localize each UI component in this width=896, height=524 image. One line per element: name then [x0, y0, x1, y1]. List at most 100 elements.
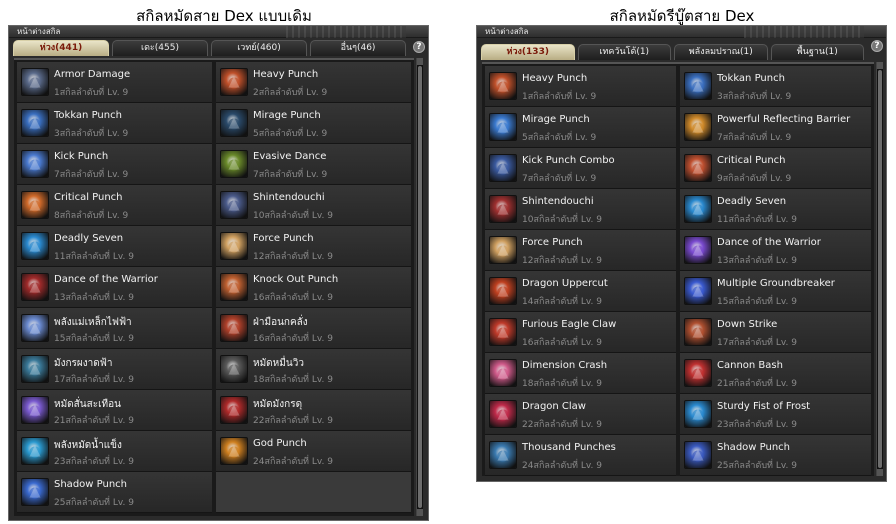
dance-of-the-warrior-icon[interactable]	[684, 236, 712, 264]
dance-of-the-warrior-icon[interactable]	[21, 273, 49, 301]
scroll-up-arrow[interactable]	[877, 62, 883, 69]
ice-fist-power-icon[interactable]	[21, 437, 49, 465]
skill-slot[interactable]: Evasive Dance 7สกิลลำดับที่ Lv. 9	[216, 144, 411, 185]
skill-slot[interactable]: Knock Out Punch 16สกิลลำดับที่ Lv. 9	[216, 267, 411, 308]
thousand-punches-icon[interactable]	[489, 441, 517, 469]
help-icon[interactable]: ?	[871, 40, 883, 52]
skill-slot[interactable]: Deadly Seven 11สกิลลำดับที่ Lv. 9	[680, 189, 871, 230]
tab-skill-category-3[interactable]: เวทย์(460)	[211, 40, 307, 56]
god-punch-icon[interactable]	[220, 437, 248, 465]
skill-slot[interactable]: Cannon Bash 21สกิลลำดับที่ Lv. 9	[680, 353, 871, 394]
fierce-dragon-fist-icon[interactable]	[220, 396, 248, 424]
shock-fist-icon[interactable]	[21, 396, 49, 424]
multiple-groundbreaker-icon[interactable]	[684, 277, 712, 305]
skill-slot[interactable]: Down Strike 17สกิลลำดับที่ Lv. 9	[680, 312, 871, 353]
shintendouchi-icon[interactable]	[489, 195, 517, 223]
skill-list-scrollbar[interactable]	[876, 62, 883, 476]
dragon-uppercut-icon[interactable]	[489, 277, 517, 305]
kick-punch-combo-icon[interactable]	[489, 154, 517, 182]
skill-slot[interactable]: Furious Eagle Claw 16สกิลลำดับที่ Lv. 9	[485, 312, 676, 353]
skill-slot[interactable]: Shadow Punch 25สกิลลำดับที่ Lv. 9	[17, 472, 212, 513]
myriad-fist-icon[interactable]	[220, 355, 248, 383]
skill-slot[interactable]: Mirage Punch 5สกิลลำดับที่ Lv. 9	[485, 107, 676, 148]
skill-slot[interactable]: God Punch 24สกิลลำดับที่ Lv. 9	[216, 431, 411, 472]
heavy-punch-icon[interactable]	[220, 68, 248, 96]
skill-slot[interactable]: หมัดหมื่นวิว 18สกิลลำดับที่ Lv. 9	[216, 349, 411, 390]
kick-punch-icon[interactable]	[21, 150, 49, 178]
shadow-punch-icon[interactable]	[684, 441, 712, 469]
scroll-up-arrow[interactable]	[417, 58, 423, 65]
skill-list-scrollbar[interactable]	[416, 58, 423, 516]
skill-slot[interactable]: Dance of the Warrior 13สกิลลำดับที่ Lv. 9	[680, 230, 871, 271]
skill-slot[interactable]: พลังแม่เหล็กไฟฟ้า 15สกิลลำดับที่ Lv. 9	[17, 308, 212, 349]
force-punch-icon[interactable]	[220, 232, 248, 260]
skill-slot[interactable]: Force Punch 12สกิลลำดับที่ Lv. 9	[485, 230, 676, 271]
skill-slot[interactable]: มังกรผงาดฟ้า 17สกิลลำดับที่ Lv. 9	[17, 349, 212, 390]
window-titlebar[interactable]: หน้าต่างสกิล	[477, 26, 886, 38]
skill-slot[interactable]: Kick Punch Combo 7สกิลลำดับที่ Lv. 9	[485, 148, 676, 189]
down-strike-icon[interactable]	[684, 318, 712, 346]
tab-skill-category-2[interactable]: เทควันโด้(1)	[577, 44, 671, 60]
mirage-punch-icon[interactable]	[489, 113, 517, 141]
skill-slot[interactable]: Multiple Groundbreaker 15สกิลลำดับที่ Lv.…	[680, 271, 871, 312]
skill-slot[interactable]: Shintendouchi 10สกิลลำดับที่ Lv. 9	[216, 185, 411, 226]
shadow-punch-icon[interactable]	[21, 478, 49, 506]
dimension-crash-icon[interactable]	[489, 359, 517, 387]
skill-slot[interactable]: Dimension Crash 18สกิลลำดับที่ Lv. 9	[485, 353, 676, 394]
sturdy-fist-of-frost-icon[interactable]	[684, 400, 712, 428]
reflecting-barrier-icon[interactable]	[684, 113, 712, 141]
critical-punch-icon[interactable]	[684, 154, 712, 182]
deadly-seven-icon[interactable]	[684, 195, 712, 223]
skill-slot[interactable]: Heavy Punch 2สกิลลำดับที่ Lv. 9	[216, 62, 411, 103]
tab-skill-category-4[interactable]: อื่นๆ(46)	[310, 40, 406, 56]
skill-slot[interactable]: Dance of the Warrior 13สกิลลำดับที่ Lv. 9	[17, 267, 212, 308]
evasive-dance-icon[interactable]	[220, 150, 248, 178]
skill-slot[interactable]: Kick Punch 7สกิลลำดับที่ Lv. 9	[17, 144, 212, 185]
force-punch-icon[interactable]	[489, 236, 517, 264]
skill-slot[interactable]: Deadly Seven 11สกิลลำดับที่ Lv. 9	[17, 226, 212, 267]
skill-slot[interactable]: ฝ่ามือนกคลั่ง 16สกิลลำดับที่ Lv. 9	[216, 308, 411, 349]
skill-slot[interactable]: Shintendouchi 10สกิลลำดับที่ Lv. 9	[485, 189, 676, 230]
skill-slot[interactable]: หมัดสั่นสะเทือน 21สกิลลำดับที่ Lv. 9	[17, 390, 212, 431]
tab-skill-category-4[interactable]: พื้นฐาน(1)	[770, 44, 864, 60]
skill-slot[interactable]: Heavy Punch 1สกิลลำดับที่ Lv. 9	[485, 66, 676, 107]
heavy-punch-icon[interactable]	[489, 72, 517, 100]
skill-slot[interactable]: Critical Punch 8สกิลลำดับที่ Lv. 9	[17, 185, 212, 226]
armor-damage-icon[interactable]	[21, 68, 49, 96]
tab-skill-category-2[interactable]: เดะ(455)	[112, 40, 208, 56]
skill-slot[interactable]: Armor Damage 1สกิลลำดับที่ Lv. 9	[17, 62, 212, 103]
skill-slot[interactable]: หมัดมังกรดุ 22สกิลลำดับที่ Lv. 9	[216, 390, 411, 431]
skill-slot[interactable]: Force Punch 12สกิลลำดับที่ Lv. 9	[216, 226, 411, 267]
mirage-punch-icon[interactable]	[220, 109, 248, 137]
skill-slot[interactable]: Dragon Uppercut 14สกิลลำดับที่ Lv. 9	[485, 271, 676, 312]
skill-slot[interactable]: Sturdy Fist of Frost 23สกิลลำดับที่ Lv. 9	[680, 394, 871, 435]
scroll-thumb[interactable]	[878, 70, 882, 468]
crazy-bird-palm-icon[interactable]	[220, 314, 248, 342]
skill-slot[interactable]: Mirage Punch 5สกิลลำดับที่ Lv. 9	[216, 103, 411, 144]
tokkan-punch-icon[interactable]	[21, 109, 49, 137]
cannon-bash-icon[interactable]	[684, 359, 712, 387]
skill-slot[interactable]: Tokkan Punch 3สกิลลำดับที่ Lv. 9	[17, 103, 212, 144]
critical-punch-icon[interactable]	[21, 191, 49, 219]
help-icon[interactable]: ?	[413, 41, 425, 53]
electromagnetic-power-icon[interactable]	[21, 314, 49, 342]
rising-dragon-icon[interactable]	[21, 355, 49, 383]
tab-skill-category-1[interactable]: ห่วง(133)	[481, 44, 575, 60]
skill-slot[interactable]: Dragon Claw 22สกิลลำดับที่ Lv. 9	[485, 394, 676, 435]
skill-slot[interactable]: Critical Punch 9สกิลลำดับที่ Lv. 9	[680, 148, 871, 189]
furious-eagle-claw-icon[interactable]	[489, 318, 517, 346]
scroll-down-arrow[interactable]	[417, 509, 423, 516]
tokkan-punch-icon[interactable]	[684, 72, 712, 100]
scroll-down-arrow[interactable]	[877, 469, 883, 476]
skill-slot[interactable]: พลังหมัดน้ำแข็ง 23สกิลลำดับที่ Lv. 9	[17, 431, 212, 472]
tab-skill-category-1[interactable]: ห่วง(441)	[13, 40, 109, 56]
skill-slot[interactable]: Tokkan Punch 3สกิลลำดับที่ Lv. 9	[680, 66, 871, 107]
window-titlebar[interactable]: หน้าต่างสกิล	[9, 26, 428, 38]
skill-slot[interactable]: Shadow Punch 25สกิลลำดับที่ Lv. 9	[680, 435, 871, 476]
scroll-thumb[interactable]	[418, 66, 422, 508]
tab-skill-category-3[interactable]: พลังลมปราณ(1)	[674, 44, 768, 60]
deadly-seven-icon[interactable]	[21, 232, 49, 260]
shintendouchi-icon[interactable]	[220, 191, 248, 219]
dragon-claw-icon[interactable]	[489, 400, 517, 428]
skill-slot[interactable]: Powerful Reflecting Barrier 7สกิลลำดับที่…	[680, 107, 871, 148]
